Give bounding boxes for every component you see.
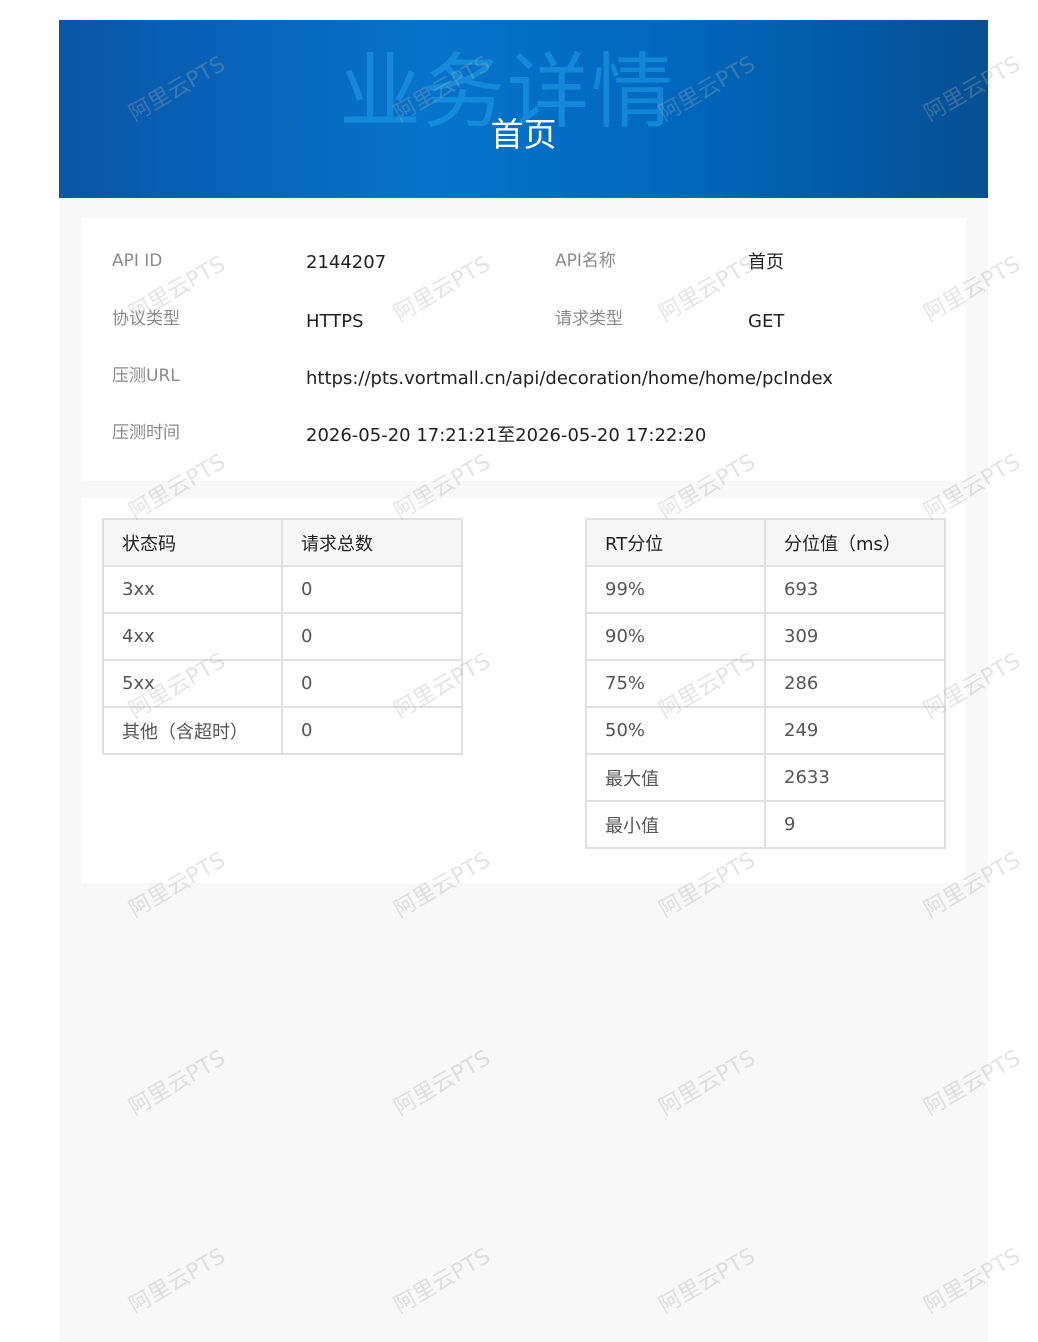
method-label: 请求类型 xyxy=(555,309,623,329)
protocol-label: 协议类型 xyxy=(112,309,180,329)
table-cell: 0 xyxy=(281,612,463,661)
table-cell: 286 xyxy=(764,659,946,708)
table-cell: 3xx xyxy=(102,565,283,614)
status-code-table: 状态码 请求总数 3xx 0 4xx 0 5xx 0 其他（含超时） 0 xyxy=(102,518,463,755)
table-row: 最小值 9 xyxy=(585,800,946,849)
table-header-cell: RT分位 xyxy=(585,518,766,567)
table-cell: 99% xyxy=(585,565,766,614)
table-cell: 90% xyxy=(585,612,766,661)
report-page: 业务详情 首页 API ID 2144207 API名称 首页 协议类型 HTT… xyxy=(59,20,988,1342)
test-time-value: 2026-05-20 17:21:21至2026-05-20 17:22:20 xyxy=(306,425,707,446)
api-name-label: API名称 xyxy=(555,251,616,271)
table-row: 99% 693 xyxy=(585,565,946,614)
table-cell: 0 xyxy=(281,565,463,614)
header-banner: 业务详情 首页 xyxy=(59,20,988,198)
api-name-value: 首页 xyxy=(748,252,784,273)
method-value: GET xyxy=(748,311,785,332)
table-cell: 75% xyxy=(585,659,766,708)
table-header-row: RT分位 分位值（ms） xyxy=(585,518,946,567)
table-row: 50% 249 xyxy=(585,706,946,755)
protocol-value: HTTPS xyxy=(306,311,364,332)
table-cell: 最小值 xyxy=(585,800,766,849)
table-header-cell: 分位值（ms） xyxy=(764,518,946,567)
table-header-row: 状态码 请求总数 xyxy=(102,518,463,567)
page-title: 首页 xyxy=(490,115,557,154)
table-row: 90% 309 xyxy=(585,612,946,661)
table-row: 75% 286 xyxy=(585,659,946,708)
tables-card: 状态码 请求总数 3xx 0 4xx 0 5xx 0 其他（含超时） 0 RT分位 分位值（ms）… xyxy=(81,498,966,883)
table-cell: 50% xyxy=(585,706,766,755)
table-cell: 9 xyxy=(764,800,946,849)
table-header-cell: 状态码 xyxy=(102,518,283,567)
table-cell: 其他（含超时） xyxy=(102,706,283,755)
table-cell: 249 xyxy=(764,706,946,755)
url-label: 压测URL xyxy=(112,366,180,386)
table-row: 最大值 2633 xyxy=(585,753,946,802)
url-value: https://pts.vortmall.cn/api/decoration/h… xyxy=(306,368,833,389)
api-id-value: 2144207 xyxy=(306,252,387,273)
rt-percentile-table: RT分位 分位值（ms） 99% 693 90% 309 75% 286 50% 249 最大值 2… xyxy=(585,518,946,849)
table-cell: 0 xyxy=(281,706,463,755)
api-info-card: API ID 2144207 API名称 首页 协议类型 HTTPS 请求类型 … xyxy=(81,218,966,481)
table-row: 其他（含超时） 0 xyxy=(102,706,463,755)
table-row: 3xx 0 xyxy=(102,565,463,614)
api-id-label: API ID xyxy=(112,251,163,271)
table-cell: 5xx xyxy=(102,659,283,708)
test-time-label: 压测时间 xyxy=(112,423,180,443)
table-row: 5xx 0 xyxy=(102,659,463,708)
table-cell: 693 xyxy=(764,565,946,614)
table-row: 4xx 0 xyxy=(102,612,463,661)
table-cell: 最大值 xyxy=(585,753,766,802)
table-cell: 2633 xyxy=(764,753,946,802)
table-cell: 0 xyxy=(281,659,463,708)
table-header-cell: 请求总数 xyxy=(281,518,463,567)
table-cell: 4xx xyxy=(102,612,283,661)
table-cell: 309 xyxy=(764,612,946,661)
